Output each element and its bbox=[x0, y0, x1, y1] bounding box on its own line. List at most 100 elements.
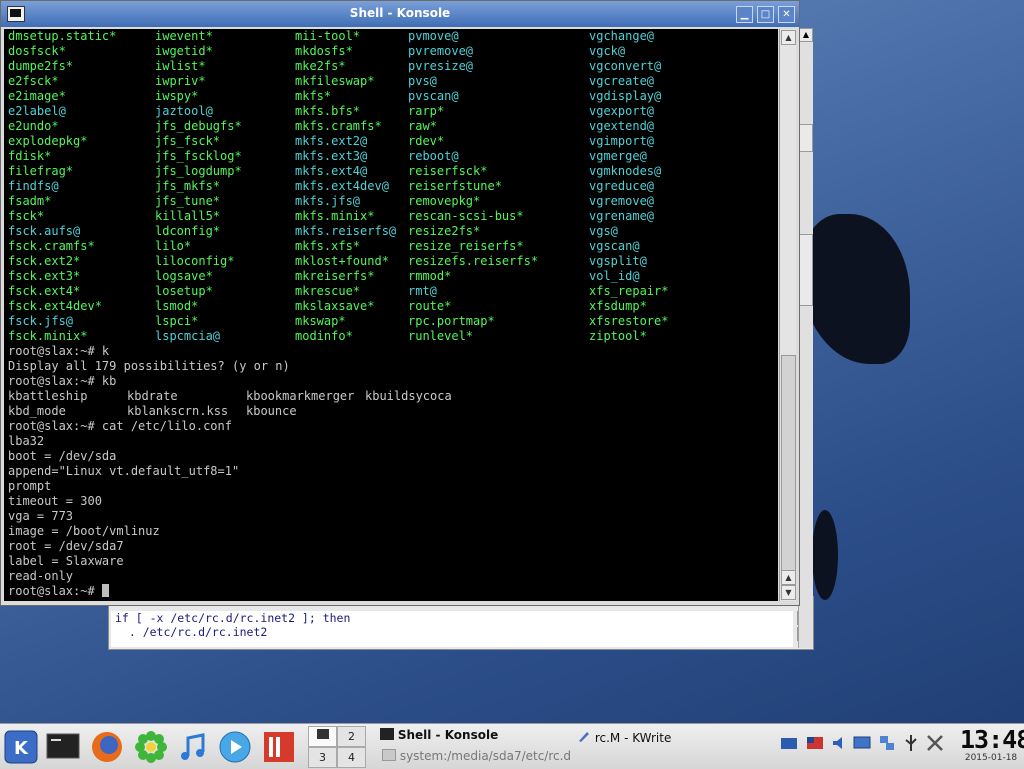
konsole-window[interactable]: Shell - Konsole ▁ □ ✕ dmsetup.static* iwe… bbox=[0, 0, 800, 606]
window-title: Shell - Konsole bbox=[349, 6, 451, 20]
listing-entry: vgsplit@ bbox=[589, 254, 647, 268]
clock-date: 2015-01-18 bbox=[964, 753, 1018, 763]
scroll-thumb[interactable] bbox=[781, 355, 796, 587]
listing-entry: mkfs.ext3@ bbox=[295, 149, 368, 163]
kwrite-line: if [ -x /etc/rc.d/rc.inet2 ]; then bbox=[115, 611, 351, 625]
office-icon[interactable] bbox=[262, 730, 296, 764]
maximize-button[interactable]: □ bbox=[757, 6, 774, 23]
listing-entry: vgmerge@ bbox=[589, 149, 647, 163]
folder-icon bbox=[382, 749, 396, 761]
tools-icon[interactable] bbox=[926, 734, 944, 752]
usb-icon[interactable] bbox=[902, 734, 920, 752]
music-player-icon[interactable] bbox=[176, 730, 210, 764]
kde-menu-icon[interactable]: K bbox=[4, 730, 38, 764]
listing-row: dmsetup.static* iwevent* mii-tool* pvmove@ v… bbox=[4, 29, 778, 44]
listing-entry: mkfs.ext4@ bbox=[295, 164, 368, 178]
listing-entry: mkfs.bfs* bbox=[295, 104, 361, 118]
task-subtitle[interactable]: system:/media/sda7/etc/rc.d bbox=[382, 749, 571, 763]
listing-entry: liloconfig* bbox=[155, 254, 235, 268]
terminal-line: root = /dev/sda7 bbox=[8, 539, 124, 553]
listing-entry: dmsetup.static* bbox=[8, 29, 117, 43]
terminal-icon bbox=[316, 729, 329, 739]
pager-desktop-3[interactable]: 3 bbox=[308, 747, 337, 768]
task-konsole[interactable]: Shell - Konsole bbox=[380, 728, 498, 742]
clock[interactable]: 13:48 2015-01-18 bbox=[960, 727, 1024, 764]
display-icon[interactable] bbox=[853, 734, 871, 752]
listing-entry: ldconfig* bbox=[155, 224, 221, 238]
listing-entry: killall5* bbox=[155, 209, 221, 223]
listing-row: dumpe2fs* iwlist* mke2fs* pvresize@ vgconver… bbox=[4, 59, 778, 74]
terminal-line: append="Linux vt.default_utf8=1" bbox=[8, 464, 240, 478]
terminal-line: root@slax:~# kb bbox=[8, 374, 117, 388]
network-icon[interactable] bbox=[878, 734, 896, 752]
listing-entry: mkfs* bbox=[295, 89, 332, 103]
wallpaper-shape bbox=[800, 214, 910, 364]
listing-row: fsck.ext3* logsave* mkreiserfs* rmmod* vol_i… bbox=[4, 269, 778, 284]
listing-row: fsck.ext2* liloconfig* mklost+found* resize… bbox=[4, 254, 778, 269]
listing-row: e2label@ jaztool@ mkfs.bfs* rarp* vgexport@ bbox=[4, 104, 778, 119]
scroll-up-icon[interactable]: ▲ bbox=[799, 28, 813, 42]
listing-entry: xfsdump* bbox=[589, 299, 647, 313]
listing-row: fsck.minix* lspcmcia@ modinfo* runlevel* zip… bbox=[4, 329, 778, 344]
taskbar: K 2 3 4 Shell - Konsole system:/media/sd… bbox=[0, 723, 1024, 769]
listing-entry: findfs@ bbox=[8, 179, 59, 193]
kwrite-editor[interactable]: if [ -x /etc/rc.d/rc.inet2 ]; then . /et… bbox=[111, 611, 793, 647]
listing-entry: explodepkg* bbox=[8, 134, 88, 148]
listing-entry: vgremove@ bbox=[589, 194, 655, 208]
listing-entry: e2fsck* bbox=[8, 74, 59, 88]
media-player-icon[interactable] bbox=[218, 730, 252, 764]
icq-icon[interactable] bbox=[134, 730, 168, 764]
completion-entry: kbuildsycoca bbox=[365, 389, 452, 403]
terminal-line: vga = 773 bbox=[8, 509, 74, 523]
listing-row: e2fsck* iwpriv* mkfileswap* pvs@ vgcreate@ bbox=[4, 74, 778, 89]
listing-entry: removepkg* bbox=[408, 194, 481, 208]
listing-entry: mkfs.ext2@ bbox=[295, 134, 368, 148]
volume-icon[interactable] bbox=[830, 734, 848, 752]
listing-entry: mkswap* bbox=[295, 314, 346, 328]
terminal-scrollbar[interactable]: ▲ ▲ ▼ bbox=[779, 29, 796, 601]
pager-desktop-4[interactable]: 4 bbox=[337, 747, 366, 768]
close-button[interactable]: ✕ bbox=[778, 6, 795, 23]
listing-entry: filefrag* bbox=[8, 164, 74, 178]
listing-row: fsck* killall5* mkfs.minix* rescan-scsi-bus… bbox=[4, 209, 778, 224]
kwrite-line: . /etc/rc.d/rc.inet2 bbox=[115, 625, 268, 639]
listing-entry: vgimport@ bbox=[589, 134, 655, 148]
pager-desktop-1[interactable] bbox=[308, 726, 337, 747]
scroll-handle[interactable] bbox=[799, 124, 813, 152]
scroll-handle[interactable] bbox=[799, 234, 813, 306]
keyboard-icon[interactable] bbox=[780, 734, 798, 752]
terminal-icon[interactable] bbox=[46, 730, 80, 764]
listing-row: fdisk* jfs_fscklog* mkfs.ext3@ reboot@ vgmer… bbox=[4, 149, 778, 164]
listing-entry: fsck* bbox=[8, 209, 45, 223]
pager-desktop-2[interactable]: 2 bbox=[337, 726, 366, 747]
terminal-icon bbox=[380, 728, 394, 740]
window-titlebar[interactable]: Shell - Konsole ▁ □ ✕ bbox=[1, 1, 799, 27]
task-kwrite[interactable]: rc.M - KWrite bbox=[577, 730, 671, 745]
listing-entry: lspci* bbox=[155, 314, 199, 328]
listing-entry: fsck.cramfs* bbox=[8, 239, 95, 253]
minimize-button[interactable]: ▁ bbox=[736, 6, 753, 23]
task-kwrite-label: rc.M - KWrite bbox=[594, 731, 672, 745]
listing-row: explodepkg* jfs_fsck* mkfs.ext2@ rdev* vgimp… bbox=[4, 134, 778, 149]
terminal-line: prompt bbox=[8, 479, 52, 493]
terminal-output[interactable]: dmsetup.static* iwevent* mii-tool* pvmove@ v… bbox=[4, 29, 778, 601]
listing-row: findfs@ jfs_mkfs* mkfs.ext4dev@ reiserfstun… bbox=[4, 179, 778, 194]
desktop-scrollbar[interactable]: ▲ bbox=[798, 28, 813, 648]
listing-entry: mkslaxsave* bbox=[295, 299, 375, 313]
firefox-icon[interactable] bbox=[90, 730, 124, 764]
scroll-down-icon[interactable]: ▼ bbox=[781, 585, 796, 600]
listing-entry: resize_reiserfs* bbox=[408, 239, 524, 253]
flag-icon[interactable] bbox=[806, 734, 824, 752]
completion-row: kbattleship kbdrate kbookmarkmerger kbuilds… bbox=[4, 389, 778, 404]
listing-entry: mkfs.xfs* bbox=[295, 239, 361, 253]
terminal-line: boot = /dev/sda bbox=[8, 449, 117, 463]
terminal-line: lba32 bbox=[8, 434, 45, 448]
listing-entry: fsck.ext4dev* bbox=[8, 299, 102, 313]
terminal-line: root@slax:~# k bbox=[8, 344, 110, 358]
scroll-up-icon[interactable]: ▲ bbox=[781, 30, 796, 45]
listing-entry: logsave* bbox=[155, 269, 213, 283]
scroll-down-icon[interactable]: ▲ bbox=[781, 570, 796, 585]
listing-entry: jfs_fsck* bbox=[155, 134, 221, 148]
listing-entry: vgcreate@ bbox=[589, 74, 655, 88]
listing-entry: route* bbox=[408, 299, 452, 313]
